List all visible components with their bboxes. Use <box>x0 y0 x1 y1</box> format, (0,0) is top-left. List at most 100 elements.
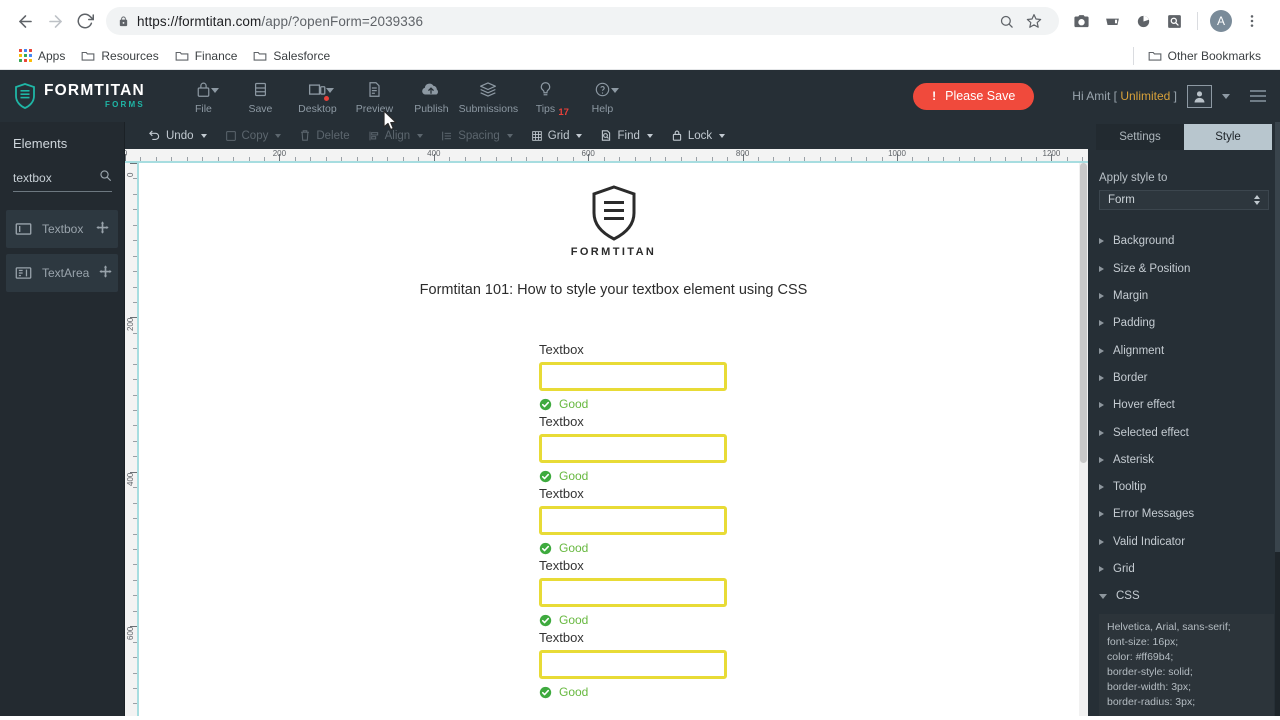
elements-search[interactable] <box>13 169 112 192</box>
canvas-scrollbar[interactable] <box>1079 163 1088 716</box>
search-input[interactable] <box>13 171 99 185</box>
toolbar-submissions[interactable]: Submissions <box>459 78 518 115</box>
elements-list: Textbox TextArea <box>0 210 124 292</box>
css-editor[interactable]: Helvetica, Arial, sans-serif; font-size: … <box>1099 614 1274 716</box>
reload-icon[interactable] <box>70 6 100 36</box>
textbox-input[interactable] <box>539 578 727 607</box>
toolbar-preview[interactable]: Preview <box>346 78 403 115</box>
textbox-input[interactable] <box>539 650 727 679</box>
ruler-tick <box>943 157 945 161</box>
style-section-hover-effect[interactable]: Hover effect <box>1088 392 1280 419</box>
sub-copy[interactable]: Copy <box>216 122 291 149</box>
search-box-icon[interactable] <box>1160 7 1188 35</box>
bookmark-resources[interactable]: Resources <box>73 46 166 66</box>
vertical-ruler[interactable]: 0 200 400 600 <box>125 163 139 716</box>
chevron-down-icon[interactable] <box>1222 93 1230 99</box>
sub-label: Align <box>384 129 411 142</box>
please-save-button[interactable]: ! Please Save <box>913 82 1035 110</box>
sub-delete[interactable]: Delete <box>290 122 358 149</box>
sub-spacing[interactable]: Spacing <box>432 122 522 149</box>
style-section-background[interactable]: Background <box>1088 228 1280 255</box>
zoom-icon[interactable] <box>993 8 1019 34</box>
element-item-textarea[interactable]: TextArea <box>6 254 118 292</box>
valid-text: Good <box>559 685 589 699</box>
style-section-tooltip[interactable]: Tooltip <box>1088 474 1280 501</box>
style-section-asterisk[interactable]: Asterisk <box>1088 446 1280 473</box>
apply-style-value: Form <box>1108 193 1135 206</box>
css-line: border-width: 3px; <box>1107 681 1192 693</box>
sub-lock[interactable]: Lock <box>662 122 734 149</box>
apply-style-label: Apply style to <box>1099 172 1168 185</box>
valid-text: Good <box>559 469 589 483</box>
stepper-icon[interactable] <box>1254 194 1260 205</box>
bookmark-other[interactable]: Other Bookmarks <box>1140 46 1269 66</box>
sub-undo[interactable]: Undo <box>139 122 216 149</box>
address-bar[interactable]: https://formtitan.com/app/?openForm=2039… <box>106 7 1059 35</box>
style-panel-scrollbar-thumb[interactable] <box>1275 122 1280 552</box>
toolbar-help[interactable]: Help <box>574 78 631 115</box>
apply-style-select[interactable]: Form <box>1099 190 1269 210</box>
pie-extension-icon[interactable] <box>1129 7 1157 35</box>
style-section-error-messages[interactable]: Error Messages <box>1088 501 1280 528</box>
brand-subtitle: FORMS <box>105 99 145 109</box>
tab-settings[interactable]: Settings <box>1096 124 1184 151</box>
avatar[interactable]: A <box>1207 7 1235 35</box>
toolbar-publish[interactable]: Publish <box>403 78 460 115</box>
search-icon[interactable] <box>99 169 112 187</box>
sub-align[interactable]: Align <box>359 122 433 149</box>
three-dot-menu-icon[interactable] <box>1238 7 1266 35</box>
hamburger-menu-icon[interactable] <box>1250 90 1266 102</box>
ruler-tick <box>133 579 137 581</box>
style-section-selected-effect[interactable]: Selected effect <box>1088 419 1280 446</box>
back-arrow-icon[interactable] <box>10 6 40 36</box>
ruler-tick <box>989 157 991 161</box>
avatar-initial: A <box>1210 10 1232 32</box>
ruler-tick <box>418 157 420 161</box>
style-section-border[interactable]: Border <box>1088 364 1280 391</box>
toolbar-tips[interactable]: Tips 17 <box>517 78 574 118</box>
toolbar-file[interactable]: File <box>175 78 232 115</box>
style-section-size-position[interactable]: Size & Position <box>1088 255 1280 282</box>
ruler-tick <box>1035 157 1037 161</box>
valid-indicator: Good <box>539 613 1088 627</box>
style-section-alignment[interactable]: Alignment <box>1088 337 1280 364</box>
toolbar-save[interactable]: Save <box>232 78 289 115</box>
folder-icon <box>1148 50 1162 62</box>
tab-style[interactable]: Style <box>1184 124 1272 151</box>
bookmark-apps[interactable]: Apps <box>11 46 73 66</box>
user-avatar-icon[interactable] <box>1187 84 1212 108</box>
style-section-padding[interactable]: Padding <box>1088 310 1280 337</box>
app-logo[interactable]: FORMTITAN FORMS <box>14 83 145 109</box>
bookmark-finance[interactable]: Finance <box>167 46 246 66</box>
textbox-input[interactable] <box>539 506 727 535</box>
move-handle-icon[interactable] <box>96 221 109 237</box>
extension-icon[interactable] <box>1098 7 1126 35</box>
browser-nav-row: https://formtitan.com/app/?openForm=2039… <box>0 0 1280 42</box>
textbox-input[interactable] <box>539 362 727 391</box>
style-section-margin[interactable]: Margin <box>1088 282 1280 309</box>
style-section-grid[interactable]: Grid <box>1088 555 1280 582</box>
sub-find[interactable]: Find <box>591 122 661 149</box>
form-title: Formtitan 101: How to style your textbox… <box>419 282 808 298</box>
style-panel-scrollbar[interactable] <box>1275 122 1280 716</box>
ruler-tick <box>356 157 358 161</box>
style-section-valid-indicator[interactable]: Valid Indicator <box>1088 528 1280 555</box>
bookmark-salesforce[interactable]: Salesforce <box>245 46 338 66</box>
bookmark-star-icon[interactable] <box>1021 8 1047 34</box>
element-item-textbox[interactable]: Textbox <box>6 210 118 248</box>
sub-grid[interactable]: Grid <box>522 122 592 149</box>
ruler-tick <box>696 157 698 161</box>
style-panel: Settings Style Apply style to Form Backg… <box>1088 122 1280 716</box>
camera-icon[interactable] <box>1067 7 1095 35</box>
forward-arrow-icon[interactable] <box>40 6 70 36</box>
toolbar-desktop[interactable]: Desktop <box>289 78 346 115</box>
textbox-input[interactable] <box>539 434 727 463</box>
move-handle-icon[interactable] <box>99 265 112 281</box>
form-canvas[interactable]: FORMTITAN Formtitan 101: How to style yo… <box>139 163 1088 716</box>
ruler-tick <box>449 157 451 161</box>
lock-icon <box>118 15 129 28</box>
style-section-css[interactable]: CSS <box>1088 583 1280 610</box>
horizontal-ruler[interactable]: 0 200 400 600 800 1000 1200 <box>125 149 1088 163</box>
canvas-scrollbar-thumb[interactable] <box>1080 163 1087 463</box>
ruler-tick <box>155 157 157 161</box>
